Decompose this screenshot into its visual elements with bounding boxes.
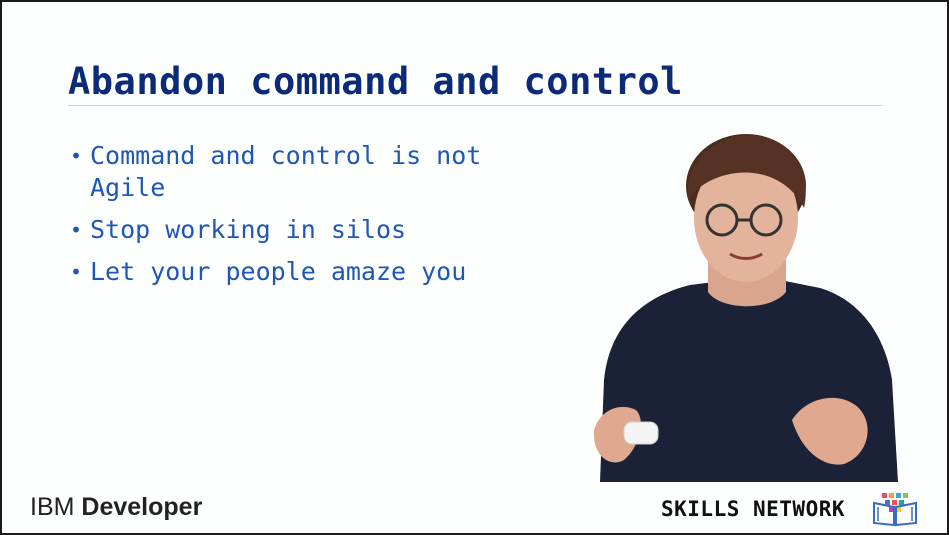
bullet-item: • Command and control is not Agile	[68, 140, 538, 204]
skills-network-book-icon	[873, 493, 917, 527]
skills-network-logo-text: SKILLS NETWORK	[661, 497, 846, 521]
ibm-developer-logo: IBM Developer	[30, 493, 202, 522]
slide-frame: Abandon command and control • Command an…	[0, 0, 949, 535]
bullet-dot-icon: •	[70, 218, 83, 242]
title-divider	[68, 105, 882, 106]
bullet-text: Let your people amaze you	[90, 257, 467, 286]
bullet-text: Stop working in silos	[90, 215, 407, 244]
bullet-item: • Let your people amaze you	[68, 256, 538, 288]
ibm-logo-text: IBM	[30, 493, 75, 521]
bullet-item: • Stop working in silos	[68, 214, 538, 246]
slide-title: Abandon command and control	[68, 60, 683, 103]
bullet-text: Command and control is not Agile	[90, 141, 482, 202]
bullet-list: • Command and control is not Agile • Sto…	[68, 140, 538, 298]
developer-logo-text: Developer	[81, 493, 203, 521]
presenter-video	[593, 134, 898, 482]
bullet-dot-icon: •	[70, 144, 83, 168]
bullet-dot-icon: •	[70, 260, 83, 284]
